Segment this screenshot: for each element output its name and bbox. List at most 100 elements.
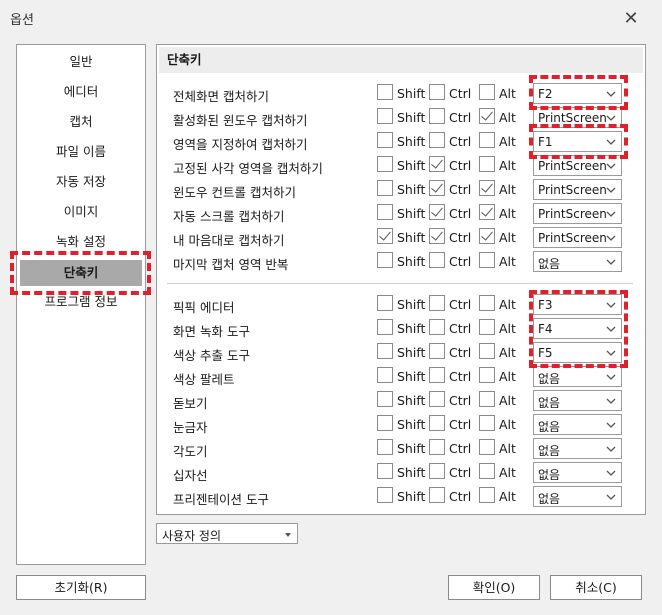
key-select[interactable]: PrintScreen xyxy=(533,107,622,128)
ctrl-checkbox[interactable] xyxy=(429,84,445,100)
ctrl-checkbox[interactable] xyxy=(429,132,445,148)
shift-checkbox[interactable] xyxy=(377,295,393,311)
alt-checkbox[interactable] xyxy=(479,252,495,268)
ctrl-checkbox[interactable] xyxy=(429,295,445,311)
ctrl-checkbox[interactable] xyxy=(429,252,445,268)
shift-checkbox[interactable] xyxy=(377,415,393,431)
shift-checkbox[interactable] xyxy=(377,367,393,383)
key-select[interactable]: 없음 xyxy=(533,486,622,507)
ctrl-checkbox[interactable] xyxy=(429,228,445,244)
shift-checkbox[interactable] xyxy=(377,391,393,407)
key-select[interactable]: PrintScreen xyxy=(533,227,622,248)
ctrl-checkbox[interactable] xyxy=(429,108,445,124)
key-select[interactable]: 없음 xyxy=(533,414,622,435)
shift-checkbox[interactable] xyxy=(377,156,393,172)
alt-checkbox[interactable] xyxy=(479,132,495,148)
key-select[interactable]: 없음 xyxy=(533,251,622,272)
sidebar-item[interactable]: 에디터 xyxy=(17,79,145,105)
shift-label: Shift xyxy=(397,158,426,173)
sidebar-item[interactable]: 이미지 xyxy=(17,199,145,225)
shift-checkbox[interactable] xyxy=(377,180,393,196)
shift-checkbox[interactable] xyxy=(377,487,393,503)
alt-checkbox[interactable] xyxy=(479,319,495,335)
alt-label: Alt xyxy=(499,417,516,432)
key-select[interactable]: F1 xyxy=(533,131,622,152)
sidebar-item[interactable]: 파일 이름 xyxy=(17,139,145,165)
shortcut-label: 눈금자 xyxy=(173,420,208,435)
shortcut-row: 색상 추출 도구 Shift Ctrl Alt F5 xyxy=(157,341,647,365)
alt-checkbox[interactable] xyxy=(479,204,495,220)
close-icon[interactable]: ✕ xyxy=(620,8,642,30)
chevron-down-icon xyxy=(605,347,617,359)
sidebar-item[interactable]: 단축키 xyxy=(20,260,142,286)
ok-button[interactable]: 확인(O) xyxy=(448,575,540,600)
ctrl-checkbox[interactable] xyxy=(429,204,445,220)
key-select[interactable]: 없음 xyxy=(533,438,622,459)
ctrl-checkbox[interactable] xyxy=(429,156,445,172)
alt-checkbox[interactable] xyxy=(479,84,495,100)
shift-checkbox[interactable] xyxy=(377,84,393,100)
key-select[interactable]: 없음 xyxy=(533,462,622,483)
key-select[interactable]: F4 xyxy=(533,318,622,339)
alt-checkbox[interactable] xyxy=(479,391,495,407)
alt-checkbox[interactable] xyxy=(479,439,495,455)
shift-checkbox[interactable] xyxy=(377,319,393,335)
shift-label: Shift xyxy=(397,297,426,312)
key-select[interactable]: F2 xyxy=(533,83,622,104)
alt-checkbox[interactable] xyxy=(479,108,495,124)
alt-checkbox[interactable] xyxy=(479,228,495,244)
alt-label: Alt xyxy=(499,297,516,312)
key-select[interactable]: PrintScreen xyxy=(533,179,622,200)
shortcut-row: 프리젠테이션 도구 Shift Ctrl Alt 없음 xyxy=(157,485,647,509)
key-select[interactable]: PrintScreen xyxy=(533,155,622,176)
alt-checkbox[interactable] xyxy=(479,295,495,311)
shift-checkbox[interactable] xyxy=(377,132,393,148)
ctrl-checkbox[interactable] xyxy=(429,463,445,479)
ctrl-checkbox[interactable] xyxy=(429,367,445,383)
shift-label: Shift xyxy=(397,417,426,432)
shift-checkbox[interactable] xyxy=(377,343,393,359)
cancel-button[interactable]: 취소(C) xyxy=(550,575,642,600)
alt-checkbox[interactable] xyxy=(479,156,495,172)
key-select[interactable]: 없음 xyxy=(533,366,622,387)
ctrl-checkbox[interactable] xyxy=(429,487,445,503)
alt-checkbox[interactable] xyxy=(479,180,495,196)
sidebar-item[interactable]: 자동 저장 xyxy=(17,169,145,195)
shortcut-row: 각도기 Shift Ctrl Alt 없음 xyxy=(157,437,647,461)
alt-checkbox[interactable] xyxy=(479,463,495,479)
key-select[interactable]: F3 xyxy=(533,294,622,315)
alt-checkbox[interactable] xyxy=(479,487,495,503)
sidebar-item[interactable]: 녹화 설정 xyxy=(17,229,145,255)
ctrl-checkbox[interactable] xyxy=(429,391,445,407)
preset-select[interactable]: 사용자 정의 xyxy=(156,523,298,544)
panel-title: 단축키 xyxy=(159,47,643,73)
ctrl-checkbox[interactable] xyxy=(429,343,445,359)
reset-button[interactable]: 초기화(R) xyxy=(16,575,146,600)
shift-checkbox[interactable] xyxy=(377,204,393,220)
ctrl-checkbox[interactable] xyxy=(429,439,445,455)
chevron-down-icon xyxy=(605,160,617,172)
title-bar: 옵션 ✕ xyxy=(0,0,662,36)
key-select[interactable]: PrintScreen xyxy=(533,203,622,224)
shift-checkbox[interactable] xyxy=(377,108,393,124)
key-select[interactable]: 없음 xyxy=(533,390,622,411)
ctrl-checkbox[interactable] xyxy=(429,319,445,335)
sidebar-item[interactable]: 일반 xyxy=(17,49,145,75)
sidebar-item[interactable]: 프로그램 정보 xyxy=(17,289,145,315)
key-select[interactable]: F5 xyxy=(533,342,622,363)
ctrl-checkbox[interactable] xyxy=(429,415,445,431)
alt-checkbox[interactable] xyxy=(479,415,495,431)
key-select-value: PrintScreen xyxy=(538,111,607,125)
shift-checkbox[interactable] xyxy=(377,228,393,244)
shift-checkbox[interactable] xyxy=(377,463,393,479)
ctrl-checkbox[interactable] xyxy=(429,180,445,196)
alt-label: Alt xyxy=(499,441,516,456)
shift-checkbox[interactable] xyxy=(377,252,393,268)
alt-checkbox[interactable] xyxy=(479,343,495,359)
shortcut-label: 색상 추출 도구 xyxy=(173,348,250,363)
alt-checkbox[interactable] xyxy=(479,367,495,383)
sidebar-item[interactable]: 캡처 xyxy=(17,109,145,135)
section-divider xyxy=(167,283,633,284)
ctrl-label: Ctrl xyxy=(449,465,472,480)
shift-checkbox[interactable] xyxy=(377,439,393,455)
